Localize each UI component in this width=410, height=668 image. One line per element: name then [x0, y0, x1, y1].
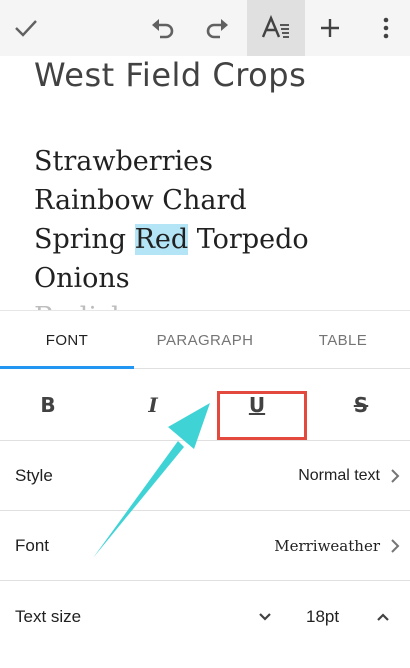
text-line[interactable]: Spring Red Torpedo — [34, 220, 309, 259]
redo-icon[interactable] — [197, 0, 237, 56]
font-value: Merriweather — [274, 536, 380, 555]
tab-paragraph[interactable]: PARAGRAPH — [134, 311, 276, 369]
style-row[interactable]: Style Normal text — [0, 441, 410, 511]
chevron-right-icon — [390, 441, 400, 511]
bold-button[interactable]: B — [13, 369, 83, 441]
chevron-up-icon[interactable] — [370, 582, 396, 652]
annotation-highlight-box — [217, 391, 307, 440]
document-title[interactable]: West Field Crops — [34, 56, 306, 94]
tab-table[interactable]: TABLE — [276, 311, 410, 369]
italic-button[interactable]: I — [118, 369, 188, 441]
text-line[interactable]: Rainbow Chard — [34, 181, 309, 220]
more-vert-icon[interactable] — [366, 0, 406, 56]
font-label: Font — [15, 535, 50, 555]
tab-font[interactable]: FONT — [0, 311, 134, 369]
document-text[interactable]: Strawberries Rainbow Chard Spring Red To… — [34, 142, 309, 310]
top-toolbar — [0, 0, 410, 56]
text-style-buttons: B I U S — [0, 369, 410, 441]
font-row[interactable]: Font Merriweather — [0, 511, 410, 581]
text-line[interactable]: Onions — [34, 259, 309, 298]
text-size-label: Text size — [15, 607, 82, 626]
selected-text[interactable]: Red — [134, 224, 189, 255]
text-size-value: 18pt — [306, 607, 340, 626]
chevron-down-icon[interactable] — [252, 582, 278, 652]
text-format-icon[interactable] — [247, 0, 305, 56]
plus-icon[interactable] — [310, 0, 350, 56]
chevron-right-icon — [390, 511, 400, 581]
text-size-row: Text size 18pt — [0, 582, 410, 652]
style-label: Style — [15, 465, 53, 485]
format-tabs: FONT PARAGRAPH TABLE — [0, 311, 410, 369]
check-icon[interactable] — [0, 0, 52, 56]
undo-icon[interactable] — [143, 0, 183, 56]
format-panel: FONT PARAGRAPH TABLE B I U S Style Norma… — [0, 310, 410, 668]
style-value: Normal text — [298, 466, 380, 484]
strikethrough-button[interactable]: S — [326, 369, 396, 441]
text-line[interactable]: Strawberries — [34, 142, 309, 181]
document-canvas[interactable]: West Field Crops Strawberries Rainbow Ch… — [0, 56, 410, 310]
text-line[interactable]: Radish — [34, 298, 309, 310]
